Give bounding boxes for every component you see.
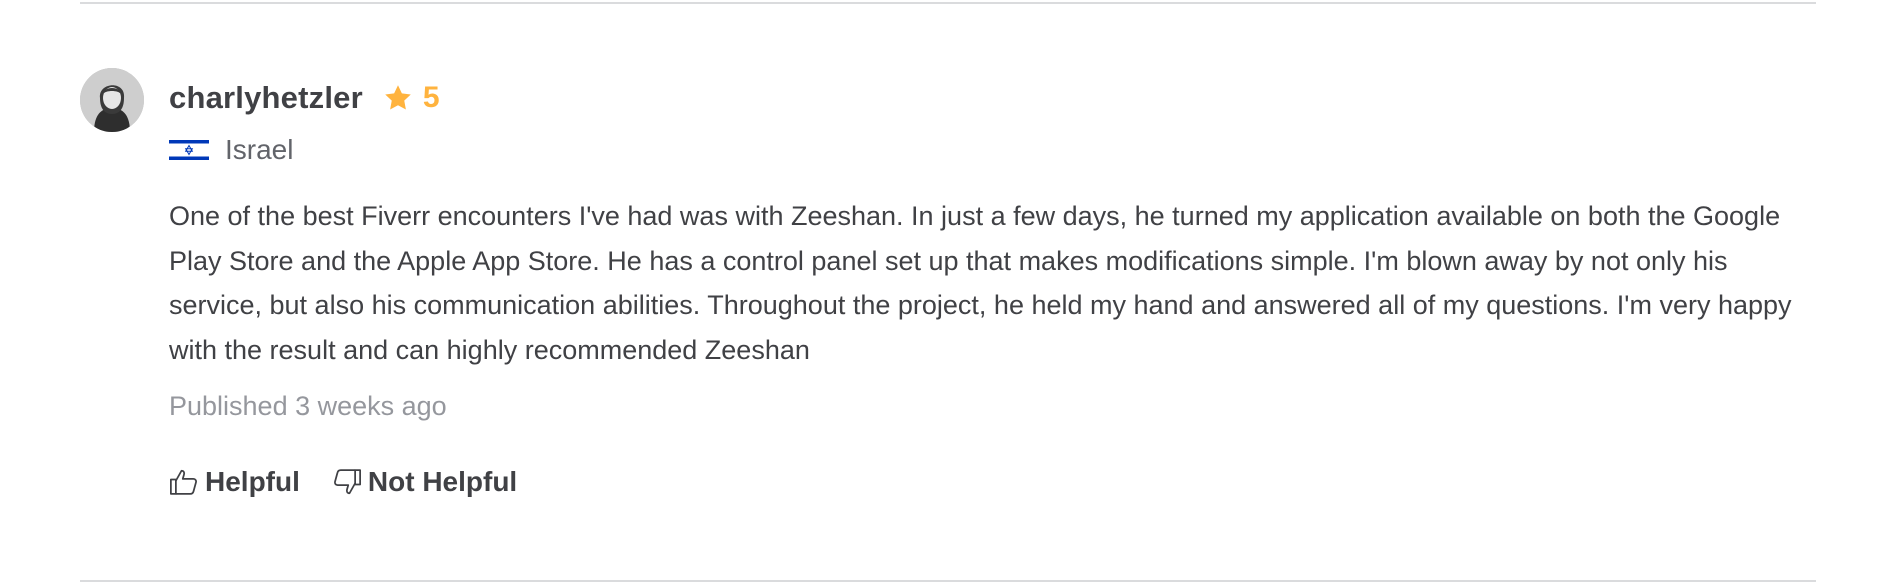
helpful-label: Helpful — [205, 466, 300, 497]
thumbs-down-icon — [332, 467, 362, 497]
review-content: charlyhetzler 5 Israel One of the best F… — [169, 74, 1814, 502]
helpful-button[interactable]: Helpful — [169, 466, 300, 498]
avatar[interactable] — [80, 68, 144, 132]
star-icon — [383, 83, 413, 113]
reviewer-header: charlyhetzler 5 — [169, 74, 1814, 122]
bottom-divider — [80, 580, 1816, 582]
not-helpful-button[interactable]: Not Helpful — [332, 466, 517, 498]
review-text: One of the best Fiverr encounters I've h… — [169, 201, 1792, 365]
israel-flag-icon — [169, 138, 209, 162]
reviewer-username[interactable]: charlyhetzler — [169, 80, 363, 116]
not-helpful-label: Not Helpful — [367, 466, 518, 497]
review-votes: Helpful Not Helpful — [169, 462, 1814, 502]
rating-value: 5 — [422, 81, 440, 114]
reviewer-country: Israel — [169, 132, 1814, 168]
country-name: Israel — [225, 134, 294, 165]
published-date: Published 3 weeks ago — [169, 391, 447, 421]
review-rating: 5 — [383, 81, 440, 115]
top-divider — [80, 2, 1816, 4]
avatar-image — [80, 68, 144, 132]
thumbs-up-icon — [169, 467, 199, 497]
